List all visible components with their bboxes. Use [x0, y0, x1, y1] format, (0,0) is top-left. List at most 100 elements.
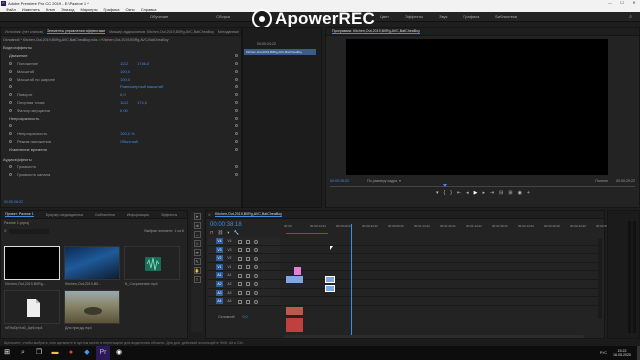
workspace-graphics[interactable]: Графика: [463, 14, 479, 19]
track-target[interactable]: A2: [226, 281, 233, 287]
workspace-effects[interactable]: Эффекты: [405, 14, 423, 19]
reset-icon[interactable]: [235, 61, 238, 65]
effects-clip-bar[interactable]: Kitchen,Out,2019,B0Rg,AVC,BatCheaBoy: [244, 49, 316, 55]
lock-icon[interactable]: [238, 299, 242, 304]
keyboard-language[interactable]: РУС: [600, 351, 607, 355]
menu-help[interactable]: Справка: [141, 7, 157, 12]
menu-window[interactable]: Окно: [125, 7, 134, 12]
timeline-clip-selected-2[interactable]: [325, 285, 335, 292]
toggle-icon[interactable]: [9, 124, 12, 128]
mute-icon[interactable]: [254, 273, 258, 278]
reset-icon[interactable]: [235, 93, 238, 97]
eye-icon[interactable]: [254, 248, 258, 253]
task-view-icon[interactable]: ❐: [32, 346, 46, 360]
step-forward-icon[interactable]: ▸: [482, 190, 485, 196]
toggle-icon[interactable]: [9, 61, 12, 65]
reset-icon[interactable]: [235, 100, 238, 104]
effect-value-y[interactable]: 174,0: [137, 100, 147, 105]
track-target[interactable]: A3: [226, 290, 233, 296]
taskbar-search-icon[interactable]: ⌕: [16, 346, 30, 360]
effect-value[interactable]: 0,00: [120, 108, 128, 113]
workspace-assembly[interactable]: Сборка: [216, 14, 230, 19]
tab-source[interactable]: Источник: (нет клипов): [5, 30, 43, 34]
tab-info[interactable]: Информация: [127, 213, 149, 217]
program-quality-select[interactable]: Полное: [595, 179, 608, 183]
toggle-icon[interactable]: [9, 132, 12, 136]
search-help-icon[interactable]: ⌕: [629, 14, 632, 20]
reset-icon[interactable]: [235, 147, 238, 151]
track-select-tool-icon[interactable]: ⇉: [193, 222, 201, 229]
lock-icon[interactable]: [238, 256, 242, 261]
mute-icon[interactable]: [254, 291, 258, 296]
workspace-audio[interactable]: Звук: [439, 14, 447, 19]
program-scrub-bar[interactable]: [330, 186, 635, 187]
media-thumbnail[interactable]: [4, 246, 60, 280]
reset-icon[interactable]: [235, 77, 238, 81]
tab-media-browser[interactable]: Браузер медиаданных: [46, 213, 84, 217]
browser-icon[interactable]: ●: [64, 346, 78, 360]
slip-tool-icon[interactable]: ⇹: [193, 249, 201, 256]
track-source-patch[interactable]: A4: [216, 298, 223, 305]
tab-program[interactable]: Программа: Kitchen,Out,2019,B0Rg,AVC,Bat…: [332, 29, 420, 34]
reset-icon[interactable]: [235, 139, 238, 143]
tab-libraries[interactable]: Библиотеки: [95, 213, 114, 217]
lift-icon[interactable]: ⊟: [499, 190, 503, 196]
track-row[interactable]: V1 V1: [208, 262, 600, 272]
menu-sequence[interactable]: Эпизод: [61, 7, 75, 12]
track-source-patch[interactable]: V1: [216, 263, 223, 270]
search-icon[interactable]: ⌕: [4, 228, 7, 234]
selection-tool-icon[interactable]: ➤: [193, 213, 201, 220]
timeline-vertical-scrollbar[interactable]: [598, 239, 602, 319]
toggle-icon[interactable]: [9, 139, 12, 143]
track-target[interactable]: A1: [226, 272, 233, 278]
toggle-icon[interactable]: [9, 108, 12, 112]
sync-lock-icon[interactable]: [246, 273, 250, 278]
menu-markers[interactable]: Маркеры: [81, 7, 98, 12]
timeline-horizontal-scrollbar[interactable]: [284, 335, 584, 338]
track-target[interactable]: V4: [226, 238, 233, 244]
effect-value[interactable]: 1112: [120, 61, 128, 66]
effect-value-y[interactable]: 1746,0: [137, 61, 149, 66]
reset-icon[interactable]: [235, 173, 238, 177]
timeline-clip-audio-red[interactable]: [286, 318, 303, 332]
timeline-clip-selected[interactable]: [325, 276, 335, 283]
lock-icon[interactable]: [238, 239, 242, 244]
tab-sequence[interactable]: Kitchen,Out,2019,B0Rg,AVC,BatCheaBoy: [215, 212, 283, 217]
track-row[interactable]: A2 A2: [208, 279, 600, 289]
effects-timecode[interactable]: 00:00:28:22: [4, 200, 23, 204]
timeline-clip-audio[interactable]: [286, 307, 303, 315]
toggle-icon[interactable]: [9, 100, 12, 104]
tab-effect-controls[interactable]: Элементы управления эффектами: [46, 29, 106, 34]
reset-icon[interactable]: [235, 165, 238, 169]
sync-lock-icon[interactable]: [246, 256, 250, 261]
wrench-icon[interactable]: 🔧: [234, 230, 240, 236]
mark-out-icon[interactable]: }: [450, 190, 452, 196]
toggle-icon[interactable]: [9, 69, 12, 73]
menu-edit[interactable]: Изменить: [22, 7, 40, 12]
track-source-patch[interactable]: V3: [216, 246, 223, 253]
premiere-taskbar-icon[interactable]: Pr: [96, 346, 110, 360]
track-row[interactable]: V3 V3: [208, 245, 600, 255]
eye-icon[interactable]: [254, 265, 258, 270]
program-video-frame[interactable]: [346, 39, 608, 175]
eye-icon[interactable]: [254, 256, 258, 261]
track-source-patch[interactable]: A1: [216, 272, 223, 279]
track-source-patch[interactable]: V2: [216, 255, 223, 262]
track-row[interactable]: A4 A4: [208, 297, 600, 306]
sync-lock-icon[interactable]: [246, 239, 250, 244]
reset-icon[interactable]: [235, 124, 238, 128]
effect-value[interactable]: 100,0: [120, 77, 130, 82]
reset-icon[interactable]: [235, 85, 238, 89]
lock-icon[interactable]: [238, 265, 242, 270]
effect-value[interactable]: 100,0 %: [120, 131, 135, 136]
lock-icon[interactable]: [238, 273, 242, 278]
snap-icon[interactable]: ⊓: [210, 230, 214, 236]
recorder-taskbar-icon[interactable]: ◉: [112, 346, 126, 360]
work-area-bar[interactable]: [286, 233, 328, 234]
extract-icon[interactable]: ⊞: [508, 190, 512, 196]
effect-value[interactable]: 100,0: [120, 69, 130, 74]
tab-audio-mixer[interactable]: Микшер аудиоклипов: Kitchen,Out,2019,B0R…: [109, 30, 214, 34]
lock-icon[interactable]: [238, 248, 242, 253]
track-source-patch[interactable]: A3: [216, 289, 223, 296]
timeline-clip-pink[interactable]: [294, 267, 301, 275]
